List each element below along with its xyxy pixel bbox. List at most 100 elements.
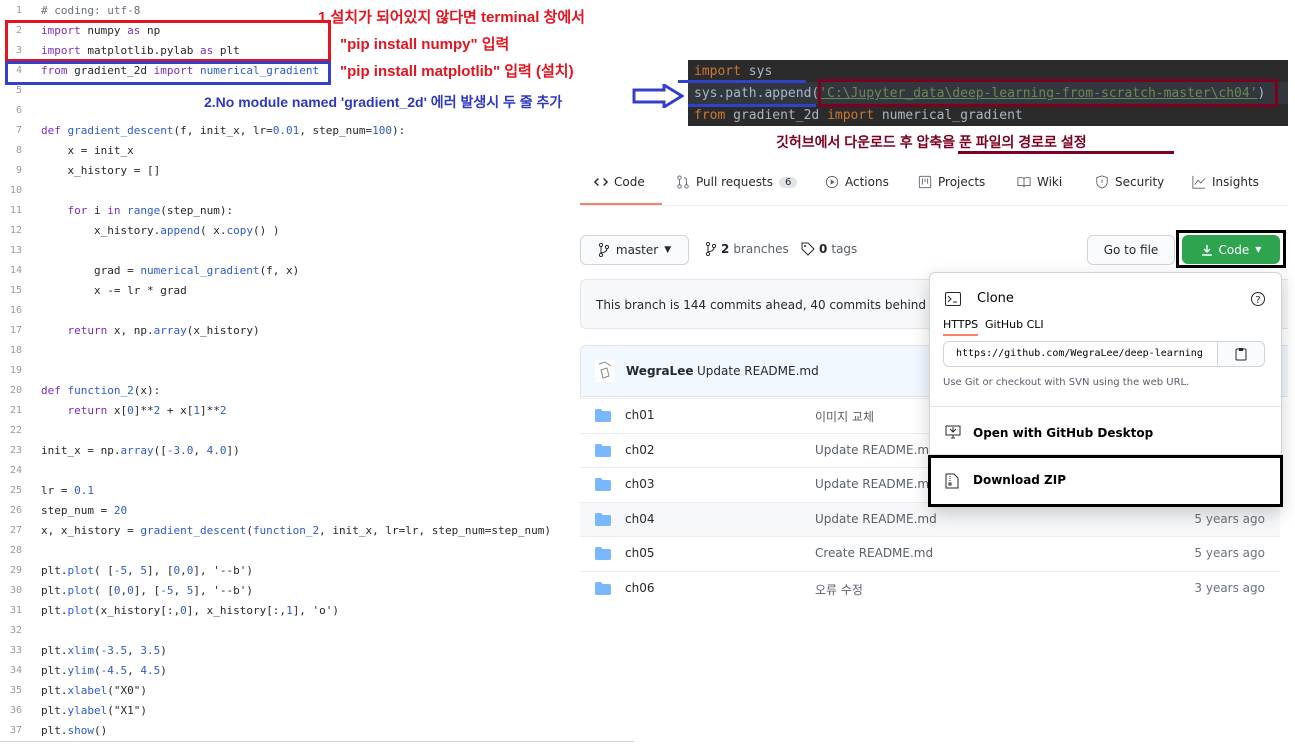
tab-code-label: Code <box>614 175 645 189</box>
line-number: 15 <box>9 285 22 296</box>
clone-url-text: https://github.com/WegraLee/deep-learnin… <box>956 348 1203 359</box>
code-line: return x[0]**2 + x[1]**2 <box>67 404 227 417</box>
tags-link[interactable]: 0 tags <box>801 242 857 256</box>
branch-info-text: This branch is 144 commits ahead, 40 com… <box>596 298 950 312</box>
line-number: 33 <box>9 645 22 656</box>
file-commit-age: 5 years ago <box>1194 511 1265 526</box>
line-number: 12 <box>9 225 22 236</box>
code-line: plt.ylim(-4.5, 4.5) <box>41 664 167 677</box>
help-icon[interactable]: ? <box>1250 291 1266 307</box>
tab-actions[interactable]: Actions <box>825 175 889 189</box>
code-line: for i in range(step_num): <box>67 204 234 217</box>
project-board-icon <box>918 175 932 189</box>
file-row[interactable]: ch06 오류 수정 3 years ago <box>580 570 1280 599</box>
line-number: 13 <box>9 245 22 256</box>
line-number: 36 <box>9 705 22 716</box>
tabs-divider <box>580 205 1288 206</box>
tab-code[interactable]: Code <box>594 175 645 189</box>
code-line: plt.xlabel("X0") <box>41 684 147 697</box>
code-line: plt.xlim(-3.5, 3.5) <box>41 644 167 657</box>
line-number: 35 <box>9 685 22 696</box>
line-number: 10 <box>9 185 22 196</box>
download-icon <box>1201 244 1212 256</box>
tab-wiki[interactable]: Wiki <box>1017 175 1062 189</box>
file-name[interactable]: ch03 <box>625 477 654 491</box>
line-number: 21 <box>9 405 22 416</box>
line-number: 14 <box>9 265 22 276</box>
tab-insights[interactable]: Insights <box>1192 175 1259 189</box>
clone-url-input[interactable]: https://github.com/WegraLee/deep-learnin… <box>943 341 1218 367</box>
file-commit-message[interactable]: 이미지 교체 <box>815 408 874 425</box>
folder-icon <box>595 581 611 595</box>
code-icon <box>594 178 608 186</box>
imports-highlight-box <box>5 20 331 62</box>
editor-line-3: from gradient_2d import numerical_gradie… <box>694 108 1023 123</box>
file-name[interactable]: ch02 <box>625 443 654 457</box>
tab-actions-label: Actions <box>845 175 889 189</box>
clone-hint: Use Git or checkout with SVN using the w… <box>943 377 1190 388</box>
line-number: 22 <box>9 425 22 436</box>
code-line: x -= lr * grad <box>41 284 187 297</box>
branch-select-button[interactable]: master ▼ <box>580 235 689 265</box>
line-number: 28 <box>9 545 22 556</box>
commit-message[interactable]: Update README.md <box>697 364 819 378</box>
line-number: 17 <box>9 325 22 336</box>
open-desktop-item[interactable]: Open with GitHub Desktop <box>930 407 1281 454</box>
commit-author[interactable]: WegraLee <box>626 364 693 378</box>
folder-icon <box>595 409 611 422</box>
install-note-line1: 1.설치가 되어있지 않다면 terminal 창에서 <box>318 9 585 26</box>
file-commit-message[interactable]: Update README.md <box>815 477 937 491</box>
line-number: 8 <box>15 145 22 156</box>
code-line: grad = numerical_gradient(f, x) <box>41 264 300 277</box>
tab-https[interactable]: HTTPS <box>943 318 979 336</box>
path-highlight-box <box>818 79 1278 107</box>
code-line: lr = 0.1 <box>41 484 94 497</box>
line-number: 19 <box>9 365 22 376</box>
file-row[interactable]: ch05 Create README.md 5 years ago <box>580 536 1280 571</box>
install-note-line2: "pip install numpy" 입력 <box>340 36 510 53</box>
chevron-down-icon: ▼ <box>664 245 672 255</box>
code-download-button[interactable]: Code ▼ <box>1182 235 1280 264</box>
file-commit-message[interactable]: 오류 수정 <box>815 581 863 598</box>
tab-wiki-label: Wiki <box>1037 175 1063 189</box>
open-desktop-label: Open with GitHub Desktop <box>973 426 1154 440</box>
line-number: 5 <box>15 85 22 96</box>
file-name[interactable]: ch06 <box>625 581 654 595</box>
file-commit-message[interactable]: Update README.md <box>815 512 937 526</box>
tab-github-cli[interactable]: GitHub CLI <box>985 318 1044 331</box>
play-icon <box>825 175 839 189</box>
file-commit-message[interactable]: Update README.md <box>815 443 937 457</box>
file-name[interactable]: ch04 <box>625 512 654 526</box>
path-note-underline <box>958 151 1174 154</box>
graph-icon <box>1192 175 1206 189</box>
file-commit-message[interactable]: Create README.md <box>815 546 933 560</box>
tab-projects[interactable]: Projects <box>918 175 985 189</box>
branch-icon <box>598 243 609 257</box>
file-name[interactable]: ch01 <box>625 408 654 422</box>
line-number: 37 <box>9 725 22 736</box>
tab-pull-requests[interactable]: Pull requests 6 <box>676 175 798 189</box>
line-number: 25 <box>9 485 22 496</box>
editor-keyword: import <box>694 64 741 79</box>
code-line: x_history.append( x.copy() ) <box>41 224 280 237</box>
code-panel-divider <box>0 741 634 742</box>
line-number: 16 <box>9 305 22 316</box>
code-line: x, x_history = gradient_descent(function… <box>41 524 551 537</box>
code-line: plt.show() <box>41 724 108 737</box>
go-to-file-button[interactable]: Go to file <box>1087 235 1175 265</box>
tab-security[interactable]: Security <box>1095 175 1164 189</box>
editor-text: gradient_2d <box>725 108 828 123</box>
copy-url-button[interactable] <box>1217 341 1265 367</box>
line-number: 6 <box>15 105 22 116</box>
file-name[interactable]: ch05 <box>625 546 654 560</box>
code-line: x = init_x <box>41 144 134 157</box>
editor-text: sys <box>740 64 773 79</box>
branches-link[interactable]: 2 branches <box>705 242 789 256</box>
code-line: plt.ylabel("X1") <box>41 704 147 717</box>
line-number: 34 <box>9 665 22 676</box>
go-to-file-label: Go to file <box>1103 243 1159 257</box>
line-number: 18 <box>9 345 22 356</box>
book-icon <box>1017 177 1031 188</box>
desktop-download-icon <box>945 425 961 439</box>
line-number: 7 <box>15 125 22 136</box>
